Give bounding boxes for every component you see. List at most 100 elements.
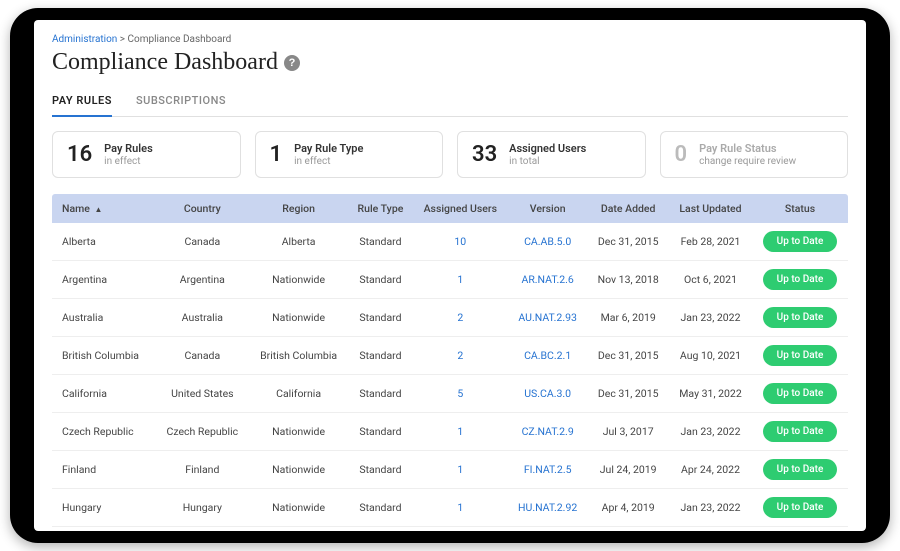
col-country[interactable]: Country xyxy=(156,194,249,223)
cell-name: Argentina xyxy=(52,261,156,299)
cell-assigned-users: 2 xyxy=(413,299,508,337)
table-row: British ColumbiaCanadaBritish ColumbiaSt… xyxy=(52,337,848,375)
cell-date-added: Jul 24, 2019 xyxy=(587,451,669,489)
col-rule-type[interactable]: Rule Type xyxy=(348,194,412,223)
status-badge: Up to Date xyxy=(763,497,837,518)
assigned-users-link[interactable]: 5 xyxy=(457,387,463,400)
version-link[interactable]: CZ.NAT.2.9 xyxy=(522,425,574,438)
breadcrumb-current: Compliance Dashboard xyxy=(128,34,232,45)
cell-assigned-users: 2 xyxy=(413,337,508,375)
cell-last-updated: Apr 24, 2022 xyxy=(669,451,752,489)
col-name-label: Name xyxy=(62,202,90,215)
cell-date-added: Nov 13, 2018 xyxy=(587,261,669,299)
cell-name: California xyxy=(52,375,156,413)
assigned-users-link[interactable]: 1 xyxy=(457,463,463,476)
cell-status: Up to Date xyxy=(752,223,848,261)
cell-name: Ireland xyxy=(52,527,156,531)
cell-region: Alberta xyxy=(249,223,348,261)
tab-pay-rules[interactable]: PAY RULES xyxy=(52,86,112,117)
cell-last-updated: Oct 6, 2021 xyxy=(669,261,752,299)
cell-rule-type: Standard xyxy=(348,527,412,531)
version-link[interactable]: US.CA.3.0 xyxy=(524,387,571,400)
tablet-frame: Administration > Compliance Dashboard Co… xyxy=(10,8,890,543)
cell-version: AR.NAT.2.6 xyxy=(508,261,587,299)
card-pay-rules: 16 Pay Rules in effect xyxy=(52,131,241,178)
assigned-users-link[interactable]: 2 xyxy=(457,349,463,362)
assigned-users-link[interactable]: 2 xyxy=(457,311,463,324)
summary-cards: 16 Pay Rules in effect 1 Pay Rule Type i… xyxy=(52,131,848,178)
table-row: AlbertaCanadaAlbertaStandard10CA.AB.5.0D… xyxy=(52,223,848,261)
cell-status: Up to Date xyxy=(752,375,848,413)
card-assigned-users: 33 Assigned Users in total xyxy=(457,131,646,178)
cell-date-added: Dec 31, 2015 xyxy=(587,375,669,413)
cell-region: Nationwide xyxy=(249,261,348,299)
sort-asc-icon: ▲ xyxy=(95,205,103,214)
cell-date-added: Apr 24, 2019 xyxy=(587,527,669,531)
assigned-users-link[interactable]: 1 xyxy=(457,425,463,438)
cell-rule-type: Standard xyxy=(348,223,412,261)
card-value: 1 xyxy=(270,142,283,167)
version-link[interactable]: FI.NAT.2.5 xyxy=(524,463,572,476)
cell-date-added: Apr 4, 2019 xyxy=(587,489,669,527)
assigned-users-link[interactable]: 10 xyxy=(454,235,466,248)
col-name[interactable]: Name ▲ xyxy=(52,194,156,223)
cell-country: Australia xyxy=(156,299,249,337)
cell-assigned-users: 1 xyxy=(413,527,508,531)
cell-version: IE.NAT.2.91 xyxy=(508,527,587,531)
cell-region: California xyxy=(249,375,348,413)
version-link[interactable]: AR.NAT.2.6 xyxy=(521,273,573,286)
card-value: 33 xyxy=(472,142,497,167)
assigned-users-link[interactable]: 1 xyxy=(457,501,463,514)
help-icon[interactable]: ? xyxy=(284,55,300,71)
cell-version: CA.BC.2.1 xyxy=(508,337,587,375)
status-badge: Up to Date xyxy=(763,345,837,366)
breadcrumb-root-link[interactable]: Administration xyxy=(52,34,117,45)
card-pay-rule-status: 0 Pay Rule Status change require review xyxy=(660,131,849,178)
cell-status: Up to Date xyxy=(752,413,848,451)
page-title-text: Compliance Dashboard xyxy=(52,49,278,76)
status-badge: Up to Date xyxy=(763,269,837,290)
cell-last-updated: Jan 23, 2022 xyxy=(669,299,752,337)
version-link[interactable]: CA.BC.2.1 xyxy=(524,349,571,362)
status-badge: Up to Date xyxy=(763,459,837,480)
cell-date-added: Mar 6, 2019 xyxy=(587,299,669,337)
cell-country: Canada xyxy=(156,223,249,261)
cell-rule-type: Standard xyxy=(348,413,412,451)
cell-rule-type: Standard xyxy=(348,489,412,527)
table-row: FinlandFinlandNationwideStandard1FI.NAT.… xyxy=(52,451,848,489)
col-assigned-users[interactable]: Assigned Users xyxy=(413,194,508,223)
cell-status: Up to Date xyxy=(752,527,848,531)
app-screen: Administration > Compliance Dashboard Co… xyxy=(34,20,866,531)
col-region[interactable]: Region xyxy=(249,194,348,223)
version-link[interactable]: CA.AB.5.0 xyxy=(524,235,571,248)
cell-country: United States xyxy=(156,375,249,413)
col-status[interactable]: Status xyxy=(752,194,848,223)
version-link[interactable]: HU.NAT.2.92 xyxy=(518,501,577,514)
tab-subscriptions[interactable]: SUBSCRIPTIONS xyxy=(136,86,226,116)
card-label: Pay Rule Status xyxy=(699,142,796,156)
cell-name: Czech Republic xyxy=(52,413,156,451)
version-link[interactable]: AU.NAT.2.93 xyxy=(518,311,577,324)
col-last-updated[interactable]: Last Updated xyxy=(669,194,752,223)
cell-country: Canada xyxy=(156,337,249,375)
col-date-added[interactable]: Date Added xyxy=(587,194,669,223)
table-row: Czech RepublicCzech RepublicNationwideSt… xyxy=(52,413,848,451)
card-sub: in effect xyxy=(104,156,153,167)
cell-last-updated: Feb 28, 2021 xyxy=(669,223,752,261)
cell-last-updated: Aug 10, 2021 xyxy=(669,337,752,375)
cell-status: Up to Date xyxy=(752,337,848,375)
card-label: Pay Rule Type xyxy=(294,142,363,156)
cell-date-added: Dec 31, 2015 xyxy=(587,337,669,375)
cell-name: Alberta xyxy=(52,223,156,261)
card-label: Assigned Users xyxy=(509,142,586,156)
rules-table: Name ▲ Country Region Rule Type Assigned… xyxy=(52,194,848,531)
breadcrumb: Administration > Compliance Dashboard xyxy=(52,34,848,45)
assigned-users-link[interactable]: 1 xyxy=(457,273,463,286)
card-sub: in total xyxy=(509,156,586,167)
col-version[interactable]: Version xyxy=(508,194,587,223)
status-badge: Up to Date xyxy=(763,307,837,328)
cell-assigned-users: 1 xyxy=(413,261,508,299)
cell-country: Hungary xyxy=(156,489,249,527)
cell-region: Nationwide xyxy=(249,527,348,531)
cell-name: Finland xyxy=(52,451,156,489)
